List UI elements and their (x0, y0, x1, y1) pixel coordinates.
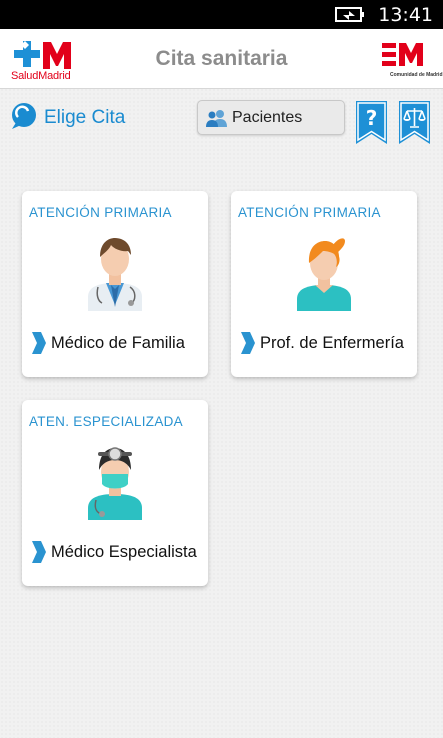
status-bar: 13:41 (0, 0, 443, 29)
battery-charging-icon (335, 7, 364, 22)
comunidad-madrid-logo-text: Comunidad de Madrid (390, 72, 443, 78)
legal-scales-icon[interactable] (399, 101, 430, 144)
page-title: Cita sanitaria (155, 47, 288, 70)
card-category: ATENCIÓN PRIMARIA (238, 205, 381, 220)
card-prof-enfermeria[interactable]: ATENCIÓN PRIMARIA Prof. de Enfermería (231, 191, 417, 377)
toolbar: Elige Cita Pacientes ? (0, 89, 443, 149)
card-label: Médico Especialista (51, 543, 197, 561)
chevron-right-icon (241, 332, 255, 354)
male-doctor-icon (88, 238, 142, 311)
chat-bubble-icon[interactable] (8, 101, 38, 131)
chevron-right-icon (32, 332, 46, 354)
salud-madrid-logo-text: SaludMadrid (11, 70, 71, 82)
help-icon[interactable]: ? (356, 101, 387, 144)
pacientes-button[interactable]: Pacientes (197, 100, 345, 135)
elige-cita-label[interactable]: Elige Cita (44, 107, 125, 129)
card-category: ATENCIÓN PRIMARIA (29, 205, 172, 220)
clock: 13:41 (378, 4, 433, 26)
card-category: ATEN. ESPECIALIZADA (29, 414, 183, 429)
card-medico-familia[interactable]: ATENCIÓN PRIMARIA Médico de Familia (22, 191, 208, 377)
female-nurse-icon (297, 238, 351, 311)
app-header: SaludMadrid Cita sanitaria Comunidad de … (0, 29, 443, 89)
svg-text:?: ? (366, 106, 378, 130)
comunidad-madrid-logo: Comunidad de Madrid (380, 40, 443, 82)
pacientes-label: Pacientes (232, 109, 303, 126)
card-medico-especialista[interactable]: ATEN. ESPECIALIZADA Médico Especialista (22, 400, 208, 586)
card-label: Médico de Familia (51, 334, 185, 352)
specialist-doctor-icon (88, 447, 142, 520)
card-label: Prof. de Enfermería (260, 334, 404, 352)
patients-icon (206, 110, 227, 127)
chevron-right-icon (32, 541, 46, 563)
